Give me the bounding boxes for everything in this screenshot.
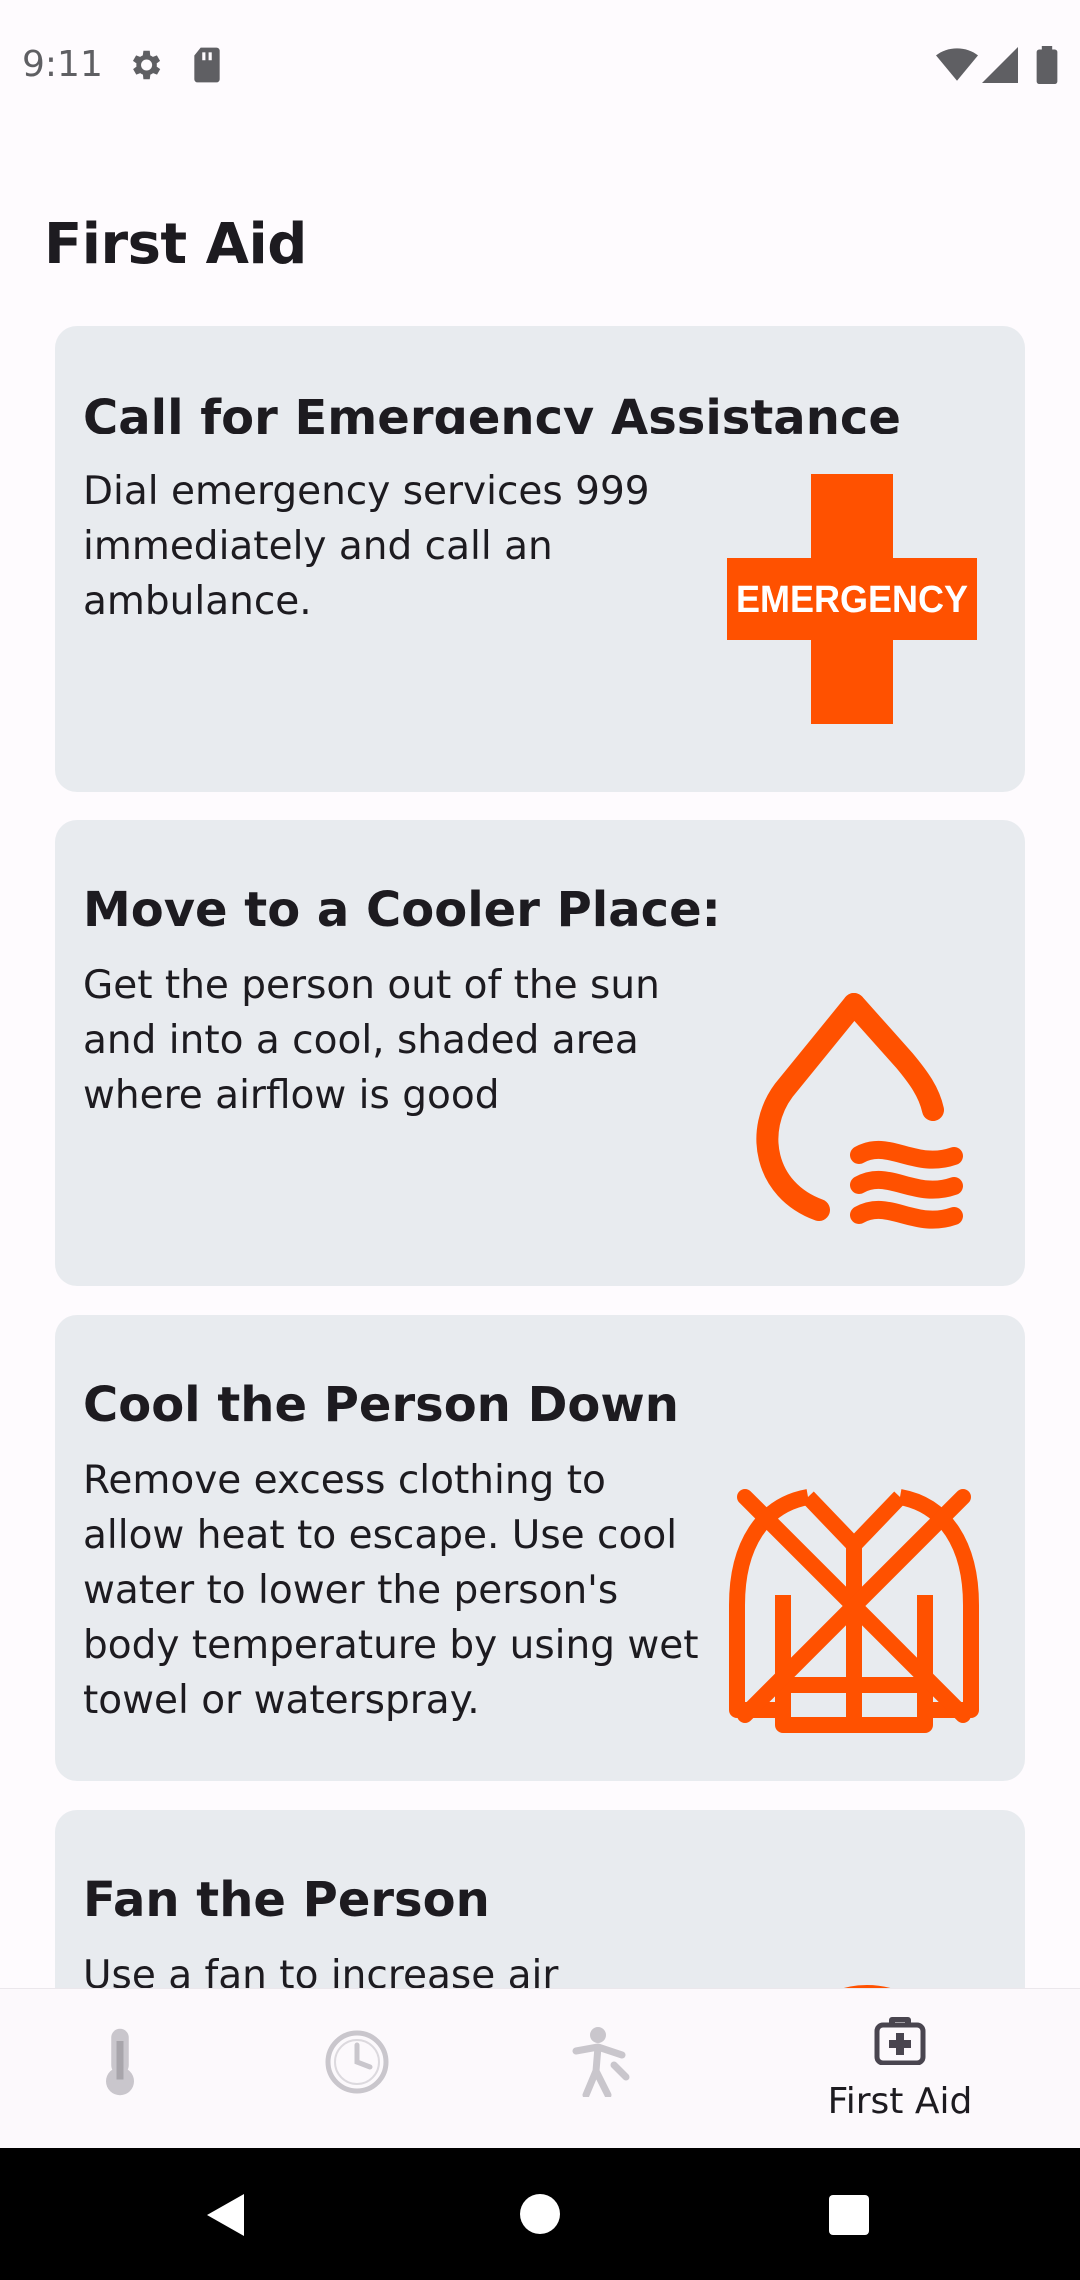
sd-card-icon	[194, 47, 220, 83]
card-body: Dial emergency services 999 immediately …	[83, 469, 650, 624]
card-move-cooler-place[interactable]: Move to a Cooler Place: Get the person o…	[55, 820, 1025, 1286]
thermometer-icon	[106, 2028, 134, 2096]
card-cool-person-down[interactable]: Cool the Person Down Remove excess cloth…	[55, 1315, 1025, 1781]
gear-icon	[132, 50, 161, 80]
wifi-icon	[936, 48, 978, 81]
first-aid-kit-icon	[874, 2017, 926, 2065]
no-jacket-icon	[729, 1489, 979, 1733]
nav-item-exercise[interactable]	[480, 1989, 720, 2149]
clock-icon	[325, 2030, 389, 2094]
nav-label-first-aid: First Aid	[827, 2081, 973, 2122]
card-title: Cool the Person Down	[83, 1377, 679, 1433]
nav-item-timer[interactable]	[240, 1989, 480, 2149]
back-icon[interactable]	[204, 2192, 246, 2238]
system-nav-bar	[0, 2148, 1080, 2280]
card-title: Fan the Person	[83, 1872, 490, 1928]
card-body: Remove excess clothing to allow heat to …	[83, 1458, 699, 1723]
cool-air-drop-icon	[756, 993, 963, 1229]
card-title: Call for Emergency Assistance	[83, 390, 901, 434]
emergency-icon-text: EMERGENCY	[736, 579, 968, 621]
status-bar: 9:11	[0, 0, 1080, 136]
status-time: 9:11	[22, 44, 103, 85]
battery-icon	[1036, 46, 1058, 84]
nav-item-temperature[interactable]	[0, 1989, 240, 2149]
bottom-nav: First Aid	[0, 1988, 1080, 2149]
signal-icon	[982, 47, 1018, 83]
page-title: First Aid	[44, 212, 307, 277]
emergency-cross-icon: EMERGENCY	[727, 474, 977, 724]
nav-item-first-aid[interactable]: First Aid	[780, 1989, 1020, 2149]
card-body: Get the person out of the sun and into a…	[83, 963, 660, 1118]
recents-icon[interactable]	[828, 2194, 870, 2236]
person-exercise-icon	[572, 2027, 630, 2097]
card-emergency-assistance[interactable]: Call for Emergency Assistance Dial emerg…	[55, 326, 1025, 792]
home-icon[interactable]	[518, 2192, 562, 2236]
card-title: Move to a Cooler Place:	[83, 882, 721, 938]
